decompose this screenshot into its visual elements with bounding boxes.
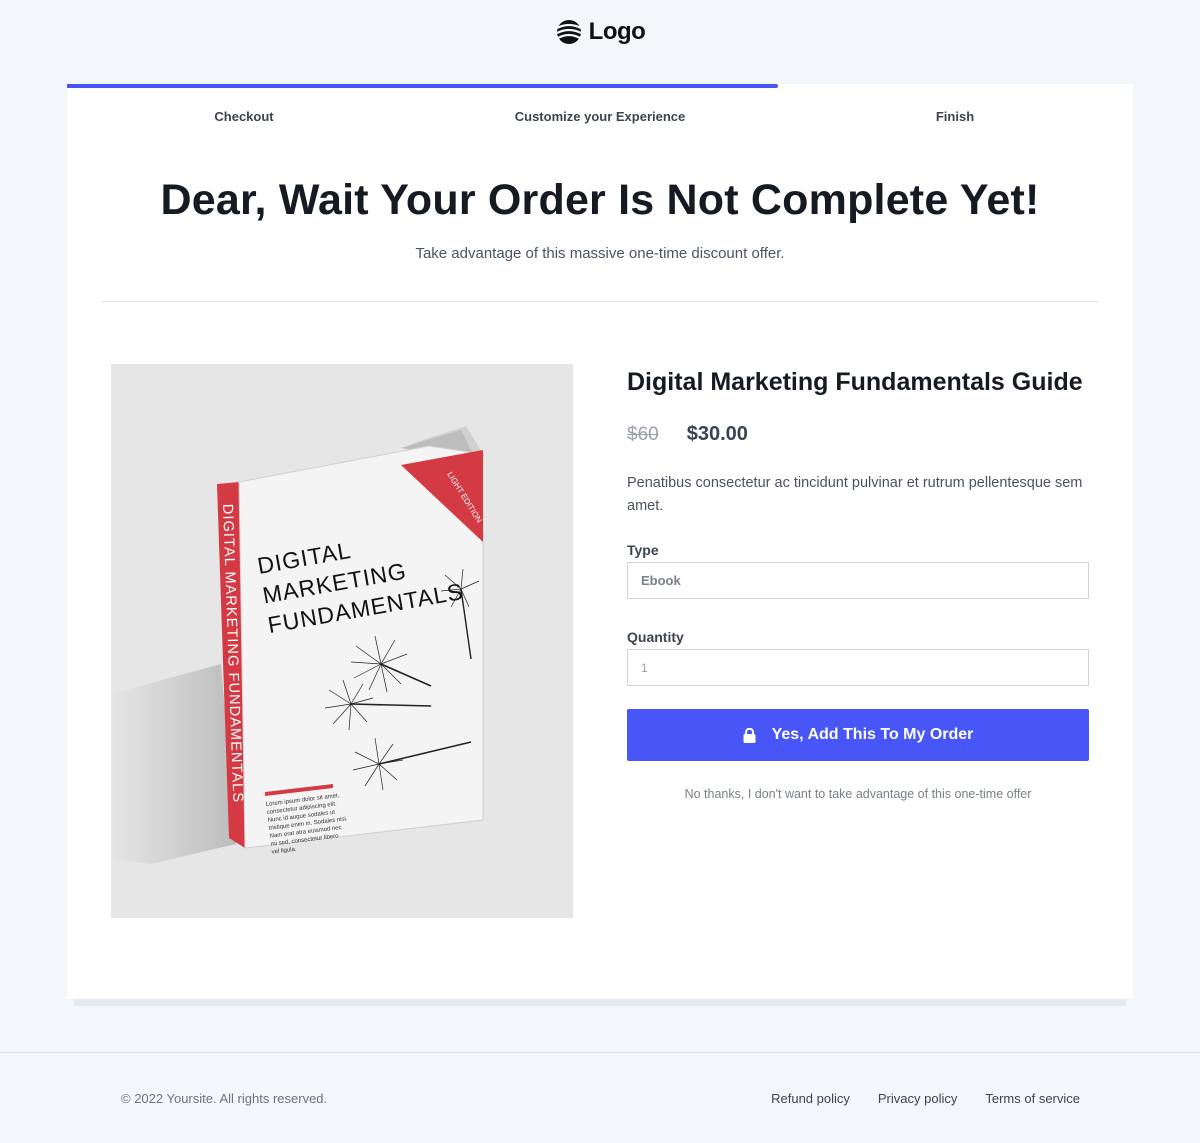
card-shadow xyxy=(74,998,1126,1006)
quantity-input[interactable]: 1 xyxy=(627,649,1089,686)
add-to-order-label: Yes, Add This To My Order xyxy=(771,726,974,743)
page-subtitle: Take advantage of this massive one-time … xyxy=(415,245,785,262)
privacy-policy-link[interactable]: Privacy policy xyxy=(878,1091,957,1106)
product-description: Penatibus consectetur ac tincidunt pulvi… xyxy=(627,475,1083,514)
step-checkout[interactable]: Checkout xyxy=(214,109,273,124)
quantity-label: Quantity xyxy=(627,629,684,645)
quantity-value: 1 xyxy=(641,660,648,675)
footer-links: Refund policy Privacy policy Terms of se… xyxy=(771,1091,1080,1106)
offer-card: Checkout Customize your Experience Finis… xyxy=(67,84,1133,999)
old-price: $60 xyxy=(627,424,659,445)
logo-mark-icon xyxy=(556,20,582,44)
divider xyxy=(102,301,1098,302)
price-row: $60 $30.00 xyxy=(627,423,1089,446)
step-finish[interactable]: Finish xyxy=(936,109,974,124)
site-logo[interactable]: Logo xyxy=(0,18,1200,46)
book-illustration: LIGHT EDITION DIGITAL MARKETING FUNDAMEN… xyxy=(111,426,484,864)
svg-text:vel ligula.: vel ligula. xyxy=(271,847,297,856)
progress-bar xyxy=(67,84,1133,88)
logo-text: Logo xyxy=(588,18,646,45)
refund-policy-link[interactable]: Refund policy xyxy=(771,1091,850,1106)
footer-divider xyxy=(0,1052,1200,1053)
terms-of-service-link[interactable]: Terms of service xyxy=(985,1091,1080,1106)
copyright-text: © 2022 Yoursite. All rights reserved. xyxy=(121,1091,328,1106)
product-info: Digital Marketing Fundamentals Guide $60… xyxy=(627,364,1089,801)
type-value: Ebook xyxy=(641,573,681,588)
type-label: Type xyxy=(627,542,659,558)
product-title: Digital Marketing Fundamentals Guide xyxy=(627,368,1083,396)
page-title: Dear, Wait Your Order Is Not Complete Ye… xyxy=(160,176,1040,224)
lock-icon xyxy=(743,727,756,743)
type-select[interactable]: Ebook xyxy=(627,562,1089,599)
steps-nav: Checkout Customize your Experience Finis… xyxy=(67,109,1133,129)
step-customize[interactable]: Customize your Experience xyxy=(515,109,686,124)
add-to-order-button[interactable]: Yes, Add This To My Order xyxy=(627,709,1089,761)
progress-fill xyxy=(67,84,779,88)
sale-price: $30.00 xyxy=(686,423,748,445)
decline-offer-link[interactable]: No thanks, I don't want to take advantag… xyxy=(627,787,1089,801)
product-image: LIGHT EDITION DIGITAL MARKETING FUNDAMEN… xyxy=(111,364,573,918)
